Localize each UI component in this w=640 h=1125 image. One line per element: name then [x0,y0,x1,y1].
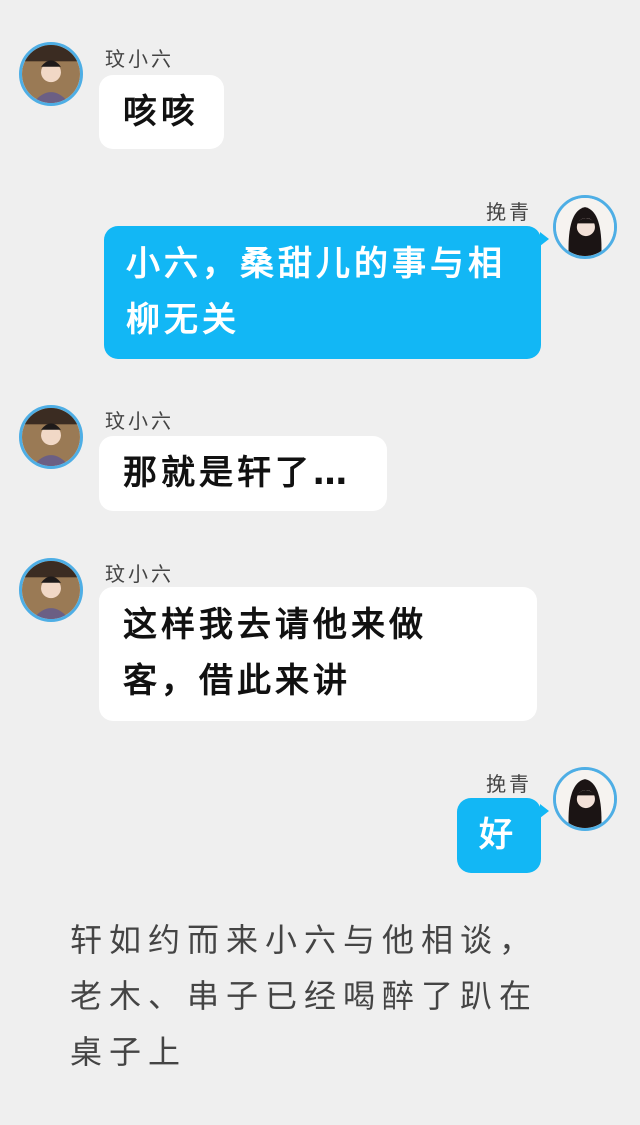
narration-text: 轩如约而来小六与他相谈，老木、串子已经喝醉了趴在桌子上 [70,921,539,1071]
message-bubble[interactable]: 小六，桑甜儿的事与相柳无关 [104,226,541,359]
message-bubble[interactable]: 那就是轩了… [99,436,387,511]
message-bubble[interactable]: 咳咳 [99,75,224,149]
sender-name: 挽青 [486,772,532,796]
sender-name: 挽青 [486,200,532,224]
bubble-tail [540,232,549,246]
bubble-tail [540,804,549,818]
sender-avatar[interactable] [553,195,617,259]
message-bubble[interactable]: 这样我去请他来做客，借此来讲 [99,587,537,721]
sender-name: 玟小六 [105,409,174,433]
sender-name: 玟小六 [105,562,174,586]
message-bubble[interactable]: 好 [457,798,541,873]
sender-avatar[interactable] [19,405,83,469]
sender-avatar[interactable] [19,42,83,106]
sender-name: 玟小六 [105,47,174,71]
sender-avatar[interactable] [553,767,617,831]
sender-avatar[interactable] [19,558,83,622]
